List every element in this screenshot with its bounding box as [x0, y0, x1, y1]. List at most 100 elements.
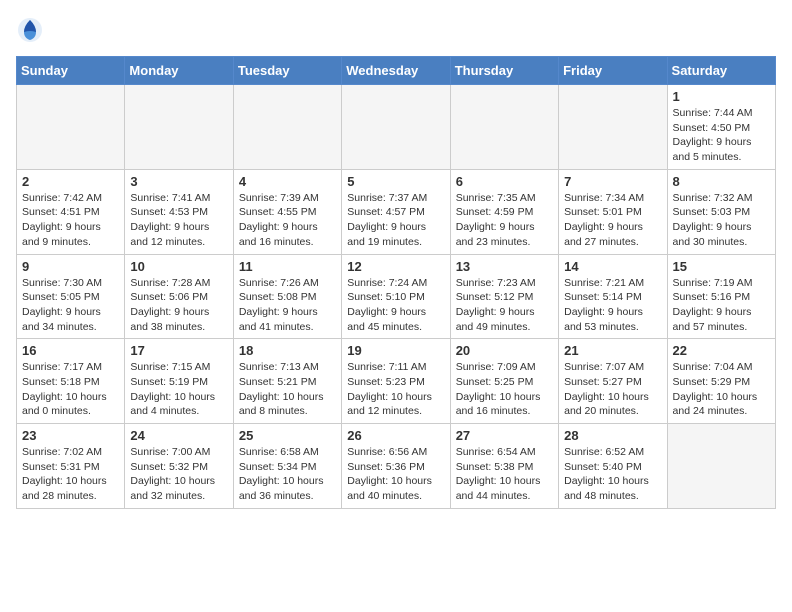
calendar-cell: 9 Sunrise: 7:30 AM Sunset: 5:05 PM Daylig… — [17, 254, 125, 339]
calendar-cell — [559, 85, 667, 170]
calendar-cell — [450, 85, 558, 170]
day-detail: Sunrise: 7:13 AM Sunset: 5:21 PM Dayligh… — [239, 360, 336, 419]
day-detail: Sunrise: 7:32 AM Sunset: 5:03 PM Dayligh… — [673, 191, 770, 250]
day-number: 13 — [456, 259, 553, 274]
day-number: 24 — [130, 428, 227, 443]
day-detail: Sunrise: 7:19 AM Sunset: 5:16 PM Dayligh… — [673, 276, 770, 335]
day-number: 20 — [456, 343, 553, 358]
day-number: 3 — [130, 174, 227, 189]
calendar-cell: 7 Sunrise: 7:34 AM Sunset: 5:01 PM Daylig… — [559, 169, 667, 254]
header-friday: Friday — [559, 57, 667, 85]
calendar-cell: 21 Sunrise: 7:07 AM Sunset: 5:27 PM Dayli… — [559, 339, 667, 424]
calendar-cell: 14 Sunrise: 7:21 AM Sunset: 5:14 PM Dayli… — [559, 254, 667, 339]
day-detail: Sunrise: 7:34 AM Sunset: 5:01 PM Dayligh… — [564, 191, 661, 250]
day-number: 25 — [239, 428, 336, 443]
day-number: 5 — [347, 174, 444, 189]
day-detail: Sunrise: 7:09 AM Sunset: 5:25 PM Dayligh… — [456, 360, 553, 419]
calendar-cell: 2Sunrise: 7:42 AM Sunset: 4:51 PM Daylig… — [17, 169, 125, 254]
day-detail: Sunrise: 6:58 AM Sunset: 5:34 PM Dayligh… — [239, 445, 336, 504]
header — [16, 16, 776, 44]
day-number: 11 — [239, 259, 336, 274]
day-detail: Sunrise: 7:23 AM Sunset: 5:12 PM Dayligh… — [456, 276, 553, 335]
calendar-cell — [667, 424, 775, 509]
day-detail: Sunrise: 7:44 AM Sunset: 4:50 PM Dayligh… — [673, 106, 770, 165]
day-detail: Sunrise: 7:04 AM Sunset: 5:29 PM Dayligh… — [673, 360, 770, 419]
day-number: 19 — [347, 343, 444, 358]
header-sunday: Sunday — [17, 57, 125, 85]
day-number: 9 — [22, 259, 119, 274]
day-number: 27 — [456, 428, 553, 443]
calendar-table: SundayMondayTuesdayWednesdayThursdayFrid… — [16, 56, 776, 509]
calendar-cell: 1 Sunrise: 7:44 AM Sunset: 4:50 PM Daylig… — [667, 85, 775, 170]
calendar-cell — [17, 85, 125, 170]
day-number: 28 — [564, 428, 661, 443]
calendar-cell: 20 Sunrise: 7:09 AM Sunset: 5:25 PM Dayli… — [450, 339, 558, 424]
day-number: 12 — [347, 259, 444, 274]
logo — [16, 16, 46, 44]
calendar-cell: 23Sunrise: 7:02 AM Sunset: 5:31 PM Dayli… — [17, 424, 125, 509]
day-number: 14 — [564, 259, 661, 274]
calendar-cell: 27 Sunrise: 6:54 AM Sunset: 5:38 PM Dayli… — [450, 424, 558, 509]
calendar-cell: 13 Sunrise: 7:23 AM Sunset: 5:12 PM Dayli… — [450, 254, 558, 339]
calendar-cell: 24Sunrise: 7:00 AM Sunset: 5:32 PM Dayli… — [125, 424, 233, 509]
calendar-cell: 15 Sunrise: 7:19 AM Sunset: 5:16 PM Dayli… — [667, 254, 775, 339]
day-number: 1 — [673, 89, 770, 104]
calendar-cell: 25 Sunrise: 6:58 AM Sunset: 5:34 PM Dayli… — [233, 424, 341, 509]
header-saturday: Saturday — [667, 57, 775, 85]
header-wednesday: Wednesday — [342, 57, 450, 85]
day-detail: Sunrise: 7:42 AM Sunset: 4:51 PM Dayligh… — [22, 191, 119, 250]
day-detail: Sunrise: 7:07 AM Sunset: 5:27 PM Dayligh… — [564, 360, 661, 419]
calendar-cell — [342, 85, 450, 170]
day-number: 26 — [347, 428, 444, 443]
day-detail: Sunrise: 7:39 AM Sunset: 4:55 PM Dayligh… — [239, 191, 336, 250]
calendar-week-row: 23Sunrise: 7:02 AM Sunset: 5:31 PM Dayli… — [17, 424, 776, 509]
day-detail: Sunrise: 6:54 AM Sunset: 5:38 PM Dayligh… — [456, 445, 553, 504]
day-detail: Sunrise: 7:17 AM Sunset: 5:18 PM Dayligh… — [22, 360, 119, 419]
header-thursday: Thursday — [450, 57, 558, 85]
calendar-cell: 12 Sunrise: 7:24 AM Sunset: 5:10 PM Dayli… — [342, 254, 450, 339]
day-detail: Sunrise: 7:21 AM Sunset: 5:14 PM Dayligh… — [564, 276, 661, 335]
calendar-cell: 16 Sunrise: 7:17 AM Sunset: 5:18 PM Dayli… — [17, 339, 125, 424]
day-number: 10 — [130, 259, 227, 274]
calendar-cell: 3 Sunrise: 7:41 AM Sunset: 4:53 PM Daylig… — [125, 169, 233, 254]
calendar-header-row: SundayMondayTuesdayWednesdayThursdayFrid… — [17, 57, 776, 85]
calendar-cell: 19 Sunrise: 7:11 AM Sunset: 5:23 PM Dayli… — [342, 339, 450, 424]
day-number: 22 — [673, 343, 770, 358]
calendar-cell: 28 Sunrise: 6:52 AM Sunset: 5:40 PM Dayli… — [559, 424, 667, 509]
calendar-cell: 5 Sunrise: 7:37 AM Sunset: 4:57 PM Daylig… — [342, 169, 450, 254]
calendar-week-row: 9 Sunrise: 7:30 AM Sunset: 5:05 PM Daylig… — [17, 254, 776, 339]
day-detail: Sunrise: 7:37 AM Sunset: 4:57 PM Dayligh… — [347, 191, 444, 250]
day-number: 17 — [130, 343, 227, 358]
day-number: 8 — [673, 174, 770, 189]
calendar-week-row: 16 Sunrise: 7:17 AM Sunset: 5:18 PM Dayli… — [17, 339, 776, 424]
day-detail: Sunrise: 7:26 AM Sunset: 5:08 PM Dayligh… — [239, 276, 336, 335]
day-detail: Sunrise: 7:35 AM Sunset: 4:59 PM Dayligh… — [456, 191, 553, 250]
calendar-week-row: 1 Sunrise: 7:44 AM Sunset: 4:50 PM Daylig… — [17, 85, 776, 170]
day-detail: Sunrise: 7:11 AM Sunset: 5:23 PM Dayligh… — [347, 360, 444, 419]
day-number: 15 — [673, 259, 770, 274]
calendar-cell: 6Sunrise: 7:35 AM Sunset: 4:59 PM Daylig… — [450, 169, 558, 254]
day-number: 7 — [564, 174, 661, 189]
header-tuesday: Tuesday — [233, 57, 341, 85]
day-detail: Sunrise: 7:28 AM Sunset: 5:06 PM Dayligh… — [130, 276, 227, 335]
calendar-cell — [233, 85, 341, 170]
header-monday: Monday — [125, 57, 233, 85]
day-number: 21 — [564, 343, 661, 358]
calendar-cell: 22 Sunrise: 7:04 AM Sunset: 5:29 PM Dayli… — [667, 339, 775, 424]
day-number: 18 — [239, 343, 336, 358]
day-detail: Sunrise: 7:24 AM Sunset: 5:10 PM Dayligh… — [347, 276, 444, 335]
calendar-cell: 10 Sunrise: 7:28 AM Sunset: 5:06 PM Dayli… — [125, 254, 233, 339]
calendar-cell — [125, 85, 233, 170]
calendar-cell: 8 Sunrise: 7:32 AM Sunset: 5:03 PM Daylig… — [667, 169, 775, 254]
day-number: 16 — [22, 343, 119, 358]
day-detail: Sunrise: 7:41 AM Sunset: 4:53 PM Dayligh… — [130, 191, 227, 250]
day-number: 4 — [239, 174, 336, 189]
calendar-cell: 11 Sunrise: 7:26 AM Sunset: 5:08 PM Dayli… — [233, 254, 341, 339]
calendar-cell: 17Sunrise: 7:15 AM Sunset: 5:19 PM Dayli… — [125, 339, 233, 424]
day-detail: Sunrise: 7:30 AM Sunset: 5:05 PM Dayligh… — [22, 276, 119, 335]
logo-icon — [16, 16, 44, 44]
calendar-cell: 4 Sunrise: 7:39 AM Sunset: 4:55 PM Daylig… — [233, 169, 341, 254]
day-detail: Sunrise: 6:52 AM Sunset: 5:40 PM Dayligh… — [564, 445, 661, 504]
calendar-cell: 26Sunrise: 6:56 AM Sunset: 5:36 PM Dayli… — [342, 424, 450, 509]
day-detail: Sunrise: 7:02 AM Sunset: 5:31 PM Dayligh… — [22, 445, 119, 504]
